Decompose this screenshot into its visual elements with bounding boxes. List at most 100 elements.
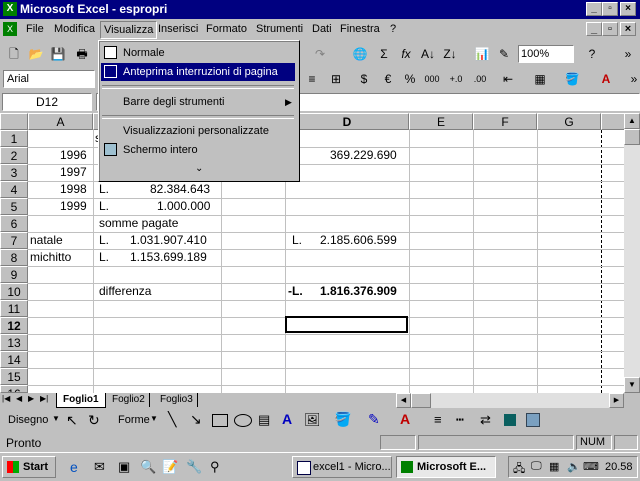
row-header-1[interactable]: 1: [0, 130, 28, 147]
line-style-icon[interactable]: ≡: [434, 412, 442, 427]
menu-inserisci[interactable]: Inserisci: [158, 23, 198, 35]
fill-color-draw-icon[interactable]: 🪣: [334, 411, 351, 428]
scroll-up-button[interactable]: ▲: [624, 113, 640, 129]
cell-b4-value[interactable]: 82.384.643: [150, 181, 210, 198]
dash-style-icon[interactable]: ┅: [456, 412, 464, 428]
hscroll-right-button[interactable]: ▶: [609, 393, 624, 408]
clipart-icon[interactable]: 🖼: [304, 412, 321, 428]
chart-wizard-icon[interactable]: 📊: [472, 45, 492, 63]
hyperlink-icon[interactable]: 🌐: [350, 45, 370, 63]
cell-a4[interactable]: 1998: [60, 181, 87, 198]
increase-decimal-icon[interactable]: +.0: [446, 70, 466, 88]
row-header-16[interactable]: 16: [0, 385, 28, 393]
cell-a3[interactable]: 1997: [60, 164, 87, 181]
menu-finestra[interactable]: Finestra: [340, 23, 380, 35]
cell-b8-value[interactable]: 1.153.699.189: [130, 249, 207, 266]
row-header-10[interactable]: 10: [0, 283, 28, 300]
rectangle-icon[interactable]: [212, 414, 228, 427]
ie-quicklaunch-icon[interactable]: e: [70, 459, 78, 475]
cell-b8-currency[interactable]: L.: [99, 249, 109, 266]
sheet-first-icon[interactable]: |◀: [2, 394, 10, 403]
save-icon[interactable]: 💾: [48, 45, 68, 63]
font-color-icon[interactable]: A: [596, 70, 616, 88]
column-header-d[interactable]: D: [285, 113, 409, 130]
task-excel-active[interactable]: Microsoft E...: [396, 456, 496, 478]
cell-a7[interactable]: natale: [30, 232, 63, 249]
font-color-draw-icon[interactable]: A: [400, 411, 410, 427]
row-header-9[interactable]: 9: [0, 266, 28, 283]
workbook-icon[interactable]: X: [3, 22, 17, 36]
select-pointer-icon[interactable]: ↖: [66, 412, 78, 429]
start-button[interactable]: Start: [2, 456, 56, 478]
cell-b7-value[interactable]: 1.031.907.410: [130, 232, 207, 249]
excel-app-icon[interactable]: X: [3, 2, 17, 16]
align-right-icon[interactable]: ≡: [302, 70, 322, 88]
cell-b4-currency[interactable]: L.: [99, 181, 109, 198]
menu-dati[interactable]: Dati: [312, 23, 332, 35]
draw-menu-button[interactable]: Disegno: [8, 414, 48, 426]
menu-formato[interactable]: Formato: [206, 23, 247, 35]
maximize-button[interactable]: ▫: [602, 2, 618, 16]
cell-d10-currency[interactable]: -L.: [288, 283, 303, 300]
menu-item-normale[interactable]: Normale: [101, 44, 295, 62]
cell-a2[interactable]: 1996: [60, 147, 87, 164]
cell-d10-value[interactable]: 1.816.376.909: [320, 283, 397, 300]
cell-a8[interactable]: michitto: [30, 249, 71, 266]
formatting-overflow-icon[interactable]: »: [624, 70, 640, 88]
function-icon[interactable]: fx: [396, 45, 416, 63]
menu-modifica[interactable]: Modifica: [54, 23, 95, 35]
decrease-decimal-icon[interactable]: .00: [470, 70, 490, 88]
drawing-toggle-icon[interactable]: ✎: [494, 45, 514, 63]
free-rotate-icon[interactable]: ↻: [88, 412, 100, 429]
horizontal-scrollbar[interactable]: ◀ ▶: [396, 393, 624, 408]
doc-close-button[interactable]: ×: [620, 22, 636, 36]
menu-strumenti[interactable]: Strumenti: [256, 23, 303, 35]
sheet-last-icon[interactable]: ▶|: [40, 394, 48, 403]
cell-b7-currency[interactable]: L.: [99, 232, 109, 249]
line-icon[interactable]: ╲: [168, 411, 176, 428]
new-icon[interactable]: 🗋: [4, 45, 24, 63]
merge-center-icon[interactable]: ⊞: [326, 70, 346, 88]
autoshapes-button[interactable]: Forme: [118, 414, 150, 426]
cell-b10[interactable]: differenza: [99, 283, 151, 300]
font-select[interactable]: Arial: [3, 70, 95, 88]
sheet-tab-foglio2[interactable]: Foglio2: [108, 393, 150, 407]
sort-desc-icon[interactable]: Z↓: [440, 45, 460, 63]
column-header-g[interactable]: G: [537, 113, 601, 130]
search-quicklaunch-icon[interactable]: 🔍: [140, 459, 156, 475]
wordart-icon[interactable]: A: [282, 411, 292, 427]
menu-file[interactable]: File: [26, 23, 44, 35]
cell-a5[interactable]: 1999: [60, 198, 87, 215]
cell-b5-currency[interactable]: L.: [99, 198, 109, 215]
column-header-a[interactable]: A: [28, 113, 93, 130]
row-header-15[interactable]: 15: [0, 368, 28, 385]
sort-asc-icon[interactable]: A↓: [418, 45, 438, 63]
row-header-14[interactable]: 14: [0, 351, 28, 368]
notes-quicklaunch-icon[interactable]: 📝: [162, 459, 178, 475]
fill-color-icon[interactable]: 🪣: [562, 70, 582, 88]
menu-help[interactable]: ?: [390, 23, 396, 35]
name-box[interactable]: D12: [2, 93, 92, 111]
row-header-6[interactable]: 6: [0, 215, 28, 232]
worksheet-grid[interactable]: A B C D E F G 1 2 3 4 5 6 7 8 9 10 11 12…: [0, 113, 628, 393]
redo-icon[interactable]: ↷: [310, 45, 330, 63]
oval-icon[interactable]: [234, 414, 252, 427]
select-all-corner[interactable]: [0, 113, 28, 130]
percent-icon[interactable]: %: [400, 70, 420, 88]
pin-quicklaunch-icon[interactable]: ⚲: [210, 459, 220, 475]
autosum-icon[interactable]: Σ: [374, 45, 394, 63]
tray-network-icon[interactable]: 🖧: [513, 460, 525, 479]
open-icon[interactable]: 📂: [26, 45, 46, 63]
menu-item-barre[interactable]: Barre degli strumenti ▶: [101, 93, 295, 111]
menu-item-schermo[interactable]: Schermo intero: [101, 141, 295, 159]
row-header-3[interactable]: 3: [0, 164, 28, 181]
print-icon[interactable]: 🖶: [72, 45, 92, 63]
menu-visualizza[interactable]: Visualizza: [100, 21, 158, 39]
doc-restore-button[interactable]: ▫: [602, 22, 618, 36]
indent-icon[interactable]: ⇤: [498, 70, 518, 88]
row-header-12[interactable]: 12: [0, 317, 28, 334]
menu-expand-chevron[interactable]: ⌄: [101, 160, 295, 178]
currency-icon[interactable]: $: [354, 70, 374, 88]
column-header-f[interactable]: F: [473, 113, 537, 130]
row-header-4[interactable]: 4: [0, 181, 28, 198]
